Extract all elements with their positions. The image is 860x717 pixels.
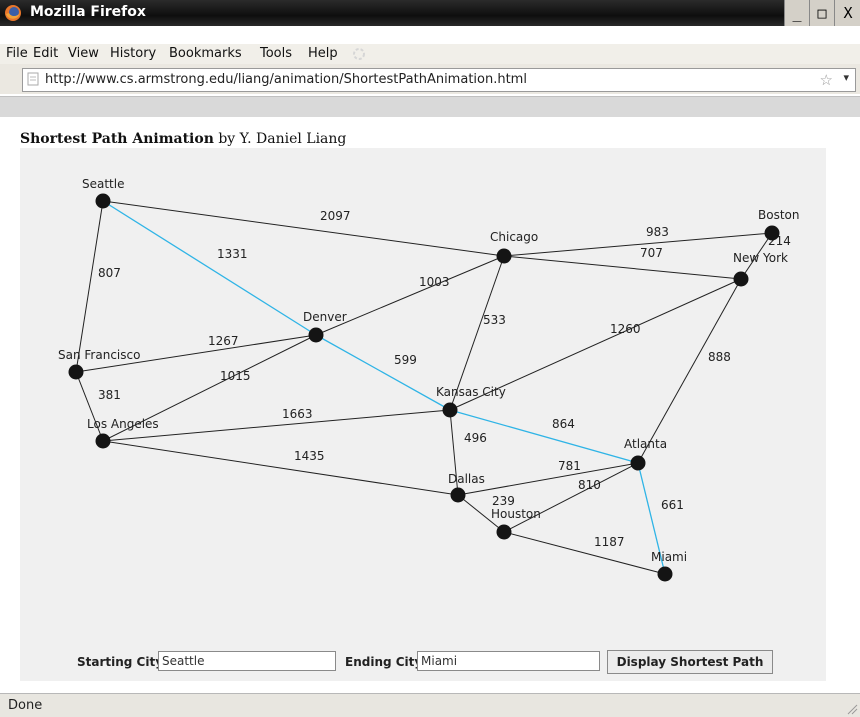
edge-weight-label: 1260 (610, 322, 641, 336)
edge-weight-label: 781 (558, 459, 581, 473)
edge-seattle-chicago (102, 200, 505, 257)
edge-weight-label: 1187 (594, 535, 625, 549)
city-label-atlanta: Atlanta (624, 437, 667, 451)
edge-atlanta-dallas (457, 462, 639, 496)
city-node-atlanta[interactable] (630, 455, 646, 471)
city-node-chicago[interactable] (496, 248, 512, 264)
close-button[interactable]: X (834, 0, 860, 26)
edge-weight-label: 1435 (294, 449, 325, 463)
city-node-los-angeles[interactable] (95, 433, 111, 449)
city-label-kansas-city: Kansas City (436, 385, 506, 399)
city-label-san-francisco: San Francisco (58, 348, 140, 362)
menu-help[interactable]: Help (308, 46, 338, 61)
edge-weight-label: 1015 (220, 369, 251, 383)
edge-denver-kansas-city (315, 334, 451, 411)
edge-weight-label: 1331 (217, 247, 248, 261)
status-text: Done (8, 698, 43, 713)
edge-chicago-boston (503, 232, 773, 257)
address-bar[interactable]: http://www.cs.armstrong.edu/liang/animat… (22, 68, 856, 92)
edge-weight-label: 1267 (208, 334, 239, 348)
page-heading-author: by Y. Daniel Liang (213, 131, 347, 147)
edge-weight-label: 599 (394, 353, 417, 367)
menu-bar: File Edit View History Bookmarks Tools H… (0, 44, 860, 64)
city-node-miami[interactable] (657, 566, 673, 582)
city-label-seattle: Seattle (82, 177, 124, 191)
bookmark-star-icon[interactable]: ☆ (820, 71, 833, 89)
city-node-boston[interactable] (764, 225, 780, 241)
edge-atlanta-houston (503, 462, 639, 533)
city-label-houston: Houston (491, 507, 541, 521)
graph-canvas: 807 2097 1331 1267 381 1015 1663 1435 1003 599 533… (58, 177, 799, 582)
resize-grip-icon[interactable] (846, 703, 858, 715)
status-bar: Done (0, 693, 860, 717)
edge-weight-label: 810 (578, 478, 601, 492)
page-icon (27, 72, 39, 86)
edge-seattle-denver (102, 200, 317, 336)
maximize-button[interactable]: □ (809, 0, 834, 26)
applet-panel: 807 2097 1331 1267 381 1015 1663 1435 1003 599 533… (20, 148, 826, 681)
edge-weight-label: 888 (708, 350, 731, 364)
edge-weight-label: 2097 (320, 209, 351, 223)
edge-seattle-san-francisco (75, 200, 104, 373)
edge-weight-label: 707 (640, 246, 663, 260)
display-shortest-path-button[interactable]: Display Shortest Path (607, 650, 773, 674)
firefox-icon (5, 5, 21, 21)
city-node-houston[interactable] (496, 524, 512, 540)
edge-weight-label: 864 (552, 417, 575, 431)
bookmarks-toolbar (0, 96, 860, 118)
page-heading-title: Shortest Path Animation (20, 131, 214, 147)
edge-weight-label: 496 (464, 431, 487, 445)
menu-bookmarks[interactable]: Bookmarks (169, 46, 242, 61)
control-bar: Starting City: Ending City: Display Shor… (20, 648, 826, 678)
menu-tools[interactable]: Tools (260, 46, 292, 61)
window-titlebar: Mozilla Firefox _ □ X (0, 0, 860, 26)
window-title: Mozilla Firefox (30, 4, 146, 20)
ending-city-input[interactable] (417, 651, 600, 671)
city-label-los-angeles: Los Angeles (87, 417, 159, 431)
edge-los-angeles-dallas (102, 440, 459, 496)
edge-weight-label: 661 (661, 498, 684, 512)
menu-history[interactable]: History (110, 46, 156, 61)
city-label-dallas: Dallas (448, 472, 485, 486)
city-node-seattle[interactable] (95, 193, 111, 209)
edge-houston-miami (503, 531, 666, 575)
menu-file[interactable]: File (6, 46, 28, 61)
city-label-denver: Denver (303, 310, 347, 324)
menu-view[interactable]: View (68, 46, 99, 61)
ending-city-label: Ending City: (345, 655, 428, 669)
edge-new-york-atlanta (637, 278, 742, 464)
city-label-miami: Miami (651, 550, 687, 564)
throbber-icon (353, 48, 365, 60)
city-node-new-york[interactable] (733, 271, 749, 287)
address-url[interactable]: http://www.cs.armstrong.edu/liang/animat… (45, 72, 527, 87)
city-node-dallas[interactable] (450, 487, 466, 503)
starting-city-label: Starting City: (77, 655, 168, 669)
city-label-boston: Boston (758, 208, 799, 222)
edge-weight-label: 533 (483, 313, 506, 327)
city-node-san-francisco[interactable] (68, 364, 84, 380)
edge-weight-label: 983 (646, 225, 669, 239)
city-label-new-york: New York (733, 251, 788, 265)
menu-edit[interactable]: Edit (33, 46, 58, 61)
city-node-kansas-city[interactable] (442, 402, 458, 418)
city-label-chicago: Chicago (490, 230, 538, 244)
edge-weight-label: 1003 (419, 275, 450, 289)
history-dropdown-icon[interactable]: ▾ (843, 71, 849, 84)
edge-weight-label: 239 (492, 494, 515, 508)
city-node-denver[interactable] (308, 327, 324, 343)
edge-weight-label: 1663 (282, 407, 313, 421)
minimize-button[interactable]: _ (784, 0, 809, 26)
starting-city-input[interactable] (158, 651, 336, 671)
page-heading: Shortest Path Animation by Y. Daniel Lia… (20, 131, 346, 147)
edge-chicago-new-york (503, 255, 742, 280)
edge-weight-label: 807 (98, 266, 121, 280)
edge-weight-label: 381 (98, 388, 121, 402)
